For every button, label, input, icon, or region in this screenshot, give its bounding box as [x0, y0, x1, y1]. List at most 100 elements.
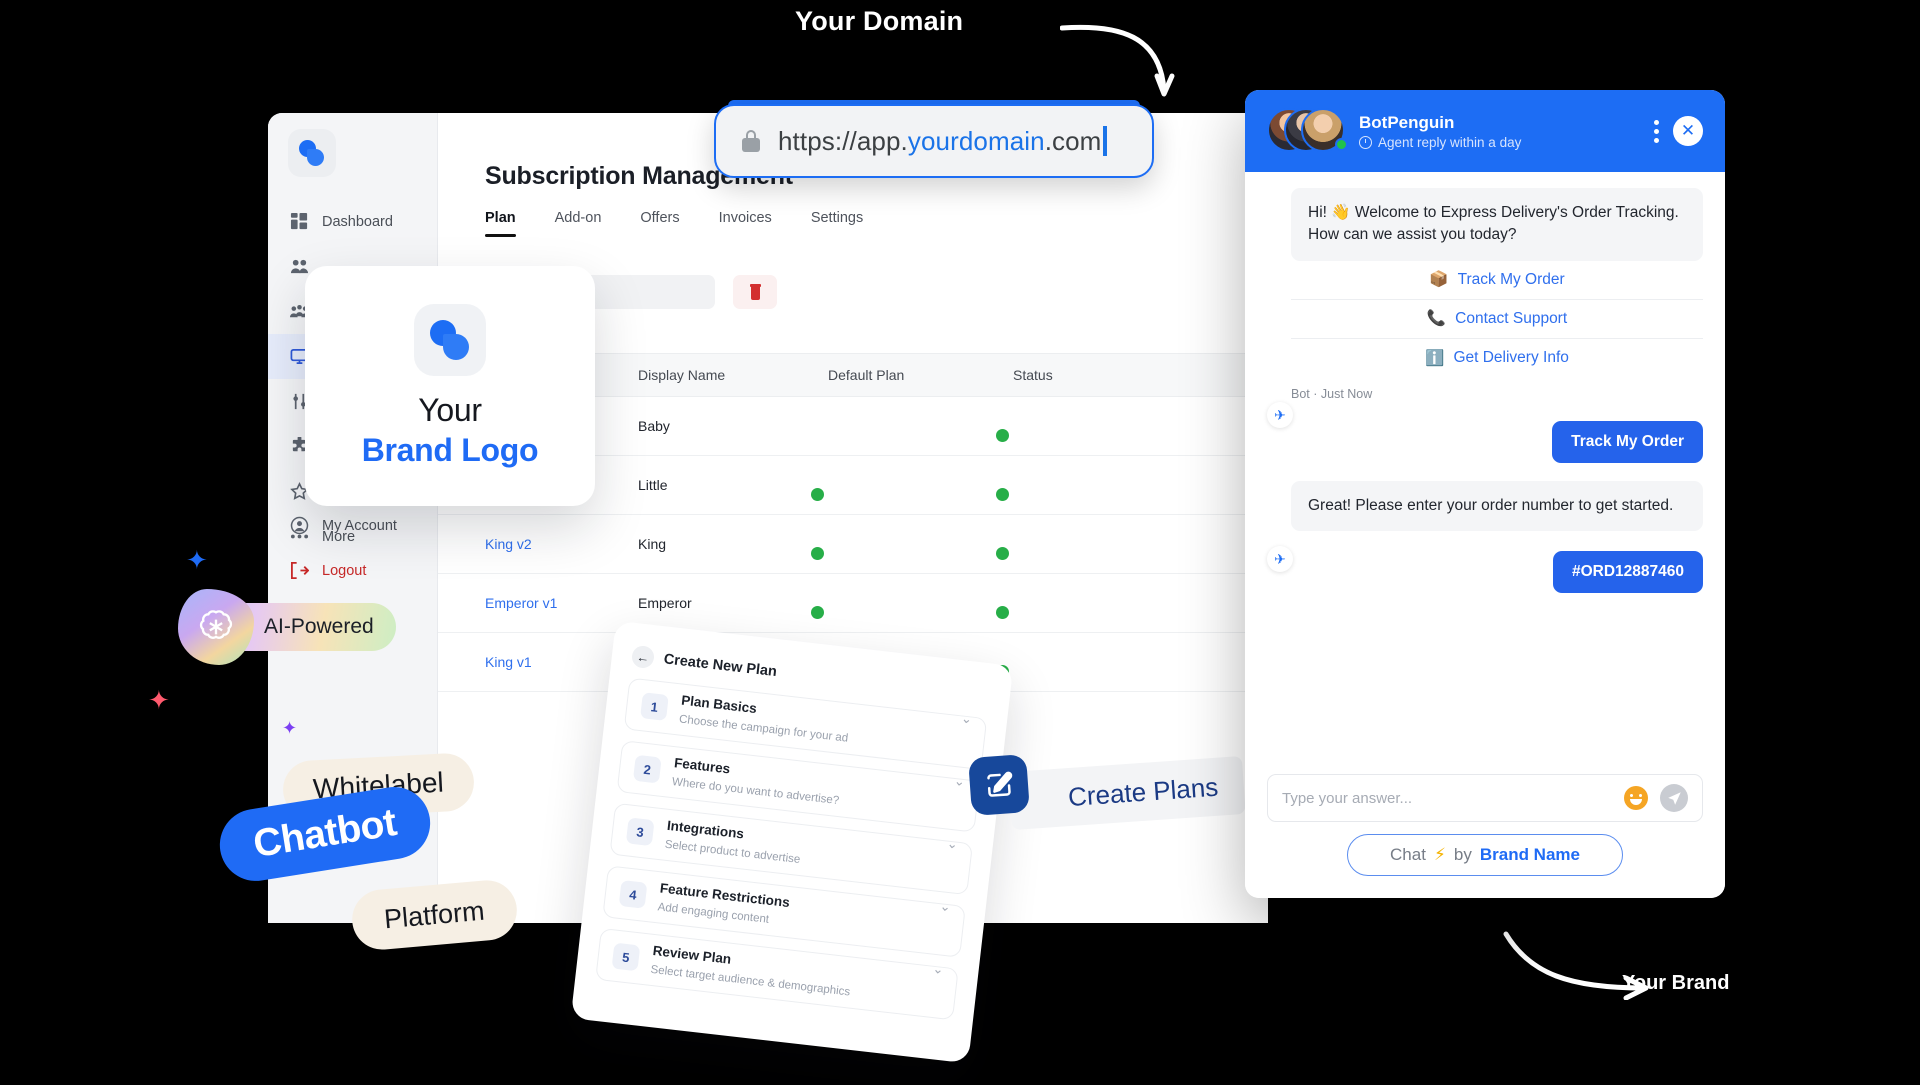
chat-input[interactable]: Type your answer...: [1282, 790, 1612, 807]
emoji-icon[interactable]: [1624, 786, 1648, 810]
table-row[interactable]: King v2 King: [438, 515, 1268, 574]
cell-display-name: Emperor: [638, 595, 692, 611]
tab-invoices[interactable]: Invoices: [719, 210, 772, 237]
arrow-left-icon[interactable]: ←: [630, 644, 656, 670]
lock-icon: [742, 130, 760, 152]
brand-logo-line2: Brand Logo: [361, 431, 539, 468]
option-contact-support[interactable]: 📞 Contact Support: [1291, 299, 1703, 339]
step-number: 3: [625, 817, 655, 847]
chevron-down-icon: ⌄: [931, 960, 945, 977]
step-subtitle: Select product to advertise: [664, 838, 801, 867]
sparkle-decoration: ✦: [148, 685, 170, 715]
step-title: Integrations: [666, 817, 745, 842]
sidebar-item-logout[interactable]: Logout: [268, 548, 437, 593]
close-icon[interactable]: ✕: [1673, 116, 1703, 146]
sidebar-item-my-account[interactable]: My Account: [268, 503, 437, 548]
column-header-default-plan: Default Plan: [828, 367, 905, 383]
tab-settings[interactable]: Settings: [811, 210, 863, 237]
delete-button[interactable]: [733, 275, 777, 309]
wizard-title: Create New Plan: [662, 651, 778, 681]
chat-message-list: Hi! 👋 Welcome to Express Delivery's Orde…: [1245, 172, 1725, 760]
text-caret: [1103, 125, 1108, 156]
option-get-delivery-info[interactable]: ℹ️ Get Delivery Info: [1291, 338, 1703, 378]
chat-input-row[interactable]: Type your answer...: [1267, 774, 1703, 822]
bot-message: Great! Please enter your order number to…: [1291, 480, 1703, 532]
annotation-arrow-top: [1060, 24, 1175, 97]
step-number: 5: [611, 942, 641, 972]
column-header-display-name: Display Name: [638, 367, 726, 383]
tab-add-on[interactable]: Add-on: [555, 210, 602, 237]
url-text: https://app.yourdomain.com: [778, 125, 1108, 157]
column-header-status: Status: [1013, 367, 1053, 383]
tab-offers[interactable]: Offers: [640, 210, 679, 237]
step-title: Features: [673, 755, 731, 777]
cell-plan[interactable]: King v2: [438, 536, 638, 552]
cell-display-name: Little: [638, 477, 668, 493]
quick-reply-options: 📦 Track My Order 📞 Contact Support ℹ️ Ge…: [1291, 260, 1703, 378]
chevron-down-icon: ⌄: [960, 710, 973, 727]
chat-header-actions: ✕: [1654, 116, 1703, 146]
option-label: Track My Order: [1457, 270, 1565, 288]
step-subtitle: Choose the campaign for your ad: [678, 713, 849, 745]
option-track-my-order[interactable]: 📦 Track My Order: [1291, 260, 1703, 300]
sidebar-item-label: Logout: [322, 562, 367, 579]
screenshot-stage: Your Domain Your Brand Dashboard More My…: [0, 0, 1920, 1085]
chevron-down-icon: ⌄: [953, 773, 966, 790]
annotation-arrow-bottom: [1503, 931, 1649, 1000]
step-number: 4: [618, 879, 648, 909]
bolt-icon: ⚡: [1433, 845, 1446, 864]
table-row[interactable]: Emperor v1 Emperor: [438, 574, 1268, 633]
user-circle-icon: [290, 516, 309, 535]
chat-brand-footer[interactable]: Chat ⚡ by Brand Name: [1347, 834, 1623, 876]
brand-name: Brand Name: [1479, 845, 1580, 864]
tab-bar: Plan Add-on Offers Invoices Settings: [485, 210, 863, 237]
option-label: Get Delivery Info: [1453, 349, 1569, 367]
botpenguin-logo-icon: [299, 140, 325, 166]
online-status-dot: [1335, 138, 1348, 151]
sidebar-item-dashboard[interactable]: Dashboard: [268, 199, 437, 244]
sparkle-decoration: ✦: [186, 545, 208, 575]
tab-plan[interactable]: Plan: [485, 210, 516, 237]
cell-plan[interactable]: King v1: [438, 654, 638, 670]
info-icon: ℹ️: [1425, 349, 1445, 367]
bot-name: BotPenguin: [1359, 113, 1455, 133]
send-icon[interactable]: [1660, 784, 1688, 812]
bot-avatar-icon: ✈: [1267, 402, 1293, 428]
step-title: Plan Basics: [680, 692, 758, 717]
url-input[interactable]: https://app.yourdomain.com: [714, 104, 1154, 178]
sparkle-decoration: ✦: [282, 718, 298, 738]
chat-header: BotPenguin Agent reply within a day ✕: [1245, 90, 1725, 172]
chevron-down-icon: ⌄: [946, 835, 959, 852]
openai-icon: [178, 589, 254, 665]
step-title: Review Plan: [651, 942, 732, 967]
step-number: 2: [632, 754, 662, 784]
step-subtitle: Where do you want to advertise?: [671, 776, 840, 808]
cell-display-name: Baby: [638, 418, 670, 434]
annotation-your-domain: Your Domain: [795, 6, 964, 36]
chat-header-text: BotPenguin Agent reply within a day: [1359, 112, 1521, 150]
url-highlight: yourdomain: [907, 125, 1045, 156]
kebab-menu-icon[interactable]: [1654, 119, 1659, 143]
phone-icon: 📞: [1426, 310, 1447, 328]
cell-plan[interactable]: Emperor v1: [438, 595, 638, 611]
brand-logo-card: Your Brand Logo: [305, 266, 595, 506]
sidebar-bottom-nav: My Account Logout: [268, 503, 437, 593]
url-suffix: .com: [1044, 125, 1102, 156]
brand-prefix: Chat: [1390, 845, 1426, 864]
sidebar-item-label: Dashboard: [322, 213, 393, 230]
brand-by: by: [1453, 845, 1472, 864]
grid-icon: [290, 212, 308, 230]
url-prefix: https://app.: [778, 125, 908, 156]
step-number: 1: [640, 692, 669, 721]
bot-avatar-icon: ✈: [1267, 546, 1293, 572]
cell-display-name: King: [638, 536, 667, 552]
sidebar-logo[interactable]: [288, 129, 336, 177]
step-subtitle: Select target audience & demographics: [649, 963, 851, 999]
message-meta: Bot · Just Now: [1291, 386, 1373, 401]
bot-status: Agent reply within a day: [1359, 135, 1521, 150]
edit-square-icon: [968, 754, 1030, 816]
botpenguin-logo-icon: [430, 319, 470, 360]
bot-message: Hi! 👋 Welcome to Express Delivery's Orde…: [1291, 188, 1703, 261]
user-message: #ORD12887460: [1552, 551, 1703, 594]
users-icon: [290, 259, 309, 274]
